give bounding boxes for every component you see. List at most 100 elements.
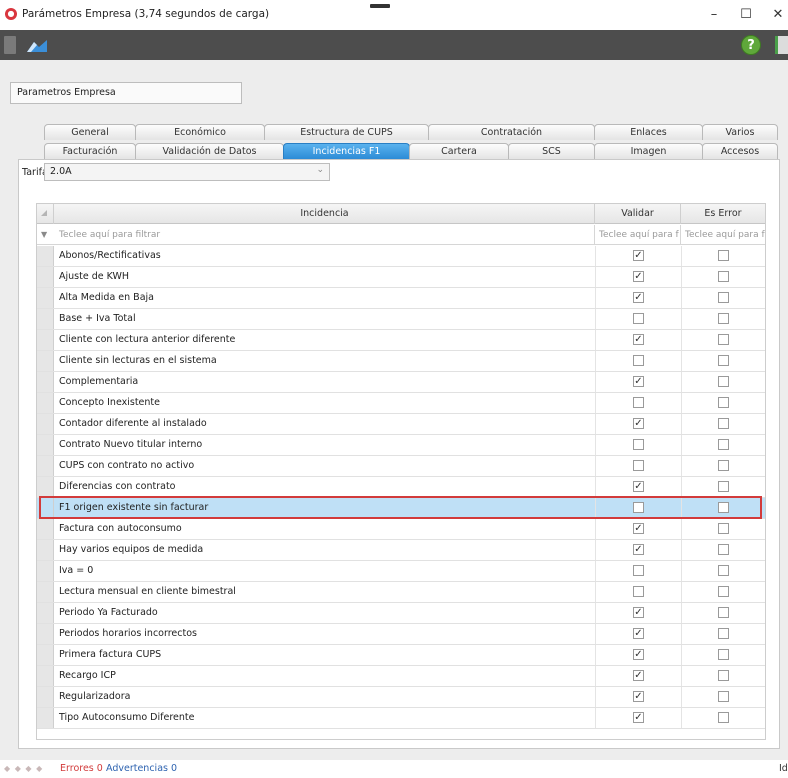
help-icon[interactable]: ? [741, 35, 761, 55]
filter-validar-input[interactable]: Teclee aquí para f [595, 225, 681, 245]
validar-checkbox[interactable]: ✓ [633, 607, 644, 618]
row-selector[interactable] [37, 540, 54, 560]
es-error-checkbox[interactable] [718, 586, 729, 597]
filter-icon[interactable]: ▼ [41, 230, 47, 239]
tab-scs[interactable]: SCS [508, 143, 595, 159]
tab-imagen[interactable]: Imagen [594, 143, 703, 159]
filter-incidencia-input[interactable]: Teclee aquí para filtrar [55, 225, 595, 245]
row-selector[interactable] [37, 288, 54, 308]
es-error-checkbox[interactable] [718, 397, 729, 408]
es-error-checkbox[interactable] [718, 628, 729, 639]
validar-checkbox[interactable] [633, 313, 644, 324]
table-row[interactable]: Periodo Ya Facturado ✓ [37, 603, 765, 624]
row-selector[interactable] [37, 267, 54, 287]
row-selector[interactable] [37, 498, 54, 518]
drag-handle-icon[interactable] [370, 4, 390, 8]
row-selector[interactable] [37, 372, 54, 392]
row-selector[interactable] [37, 414, 54, 434]
tab-varios[interactable]: Varios [702, 124, 778, 140]
es-error-checkbox[interactable] [718, 271, 729, 282]
table-row[interactable]: Lectura mensual en cliente bimestral [37, 582, 765, 603]
table-row[interactable]: Regularizadora ✓ [37, 687, 765, 708]
es-error-checkbox[interactable] [718, 355, 729, 366]
table-row[interactable]: Contrato Nuevo titular interno [37, 435, 765, 456]
es-error-checkbox[interactable] [718, 439, 729, 450]
es-error-checkbox[interactable] [718, 313, 729, 324]
validar-checkbox[interactable]: ✓ [633, 691, 644, 702]
minimize-button[interactable]: – [700, 5, 728, 25]
table-row[interactable]: Abonos/Rectificativas ✓ [37, 246, 765, 267]
table-row[interactable]: Hay varios equipos de medida ✓ [37, 540, 765, 561]
table-row[interactable]: Concepto Inexistente [37, 393, 765, 414]
tab-facturacion[interactable]: Facturación [44, 143, 136, 159]
tab-incidencias-f1[interactable]: Incidencias F1 [283, 143, 410, 159]
validar-checkbox[interactable]: ✓ [633, 544, 644, 555]
table-row[interactable]: Diferencias con contrato ✓ [37, 477, 765, 498]
validar-checkbox[interactable] [633, 460, 644, 471]
table-row[interactable]: Periodos horarios incorrectos ✓ [37, 624, 765, 645]
validar-checkbox[interactable] [633, 502, 644, 513]
validar-checkbox[interactable]: ✓ [633, 292, 644, 303]
table-row[interactable]: Tipo Autoconsumo Diferente ✓ [37, 708, 765, 729]
column-header-es-error[interactable]: Es Error [681, 204, 765, 224]
validar-checkbox[interactable]: ✓ [633, 523, 644, 534]
row-selector[interactable] [37, 351, 54, 371]
table-row[interactable]: CUPS con contrato no activo [37, 456, 765, 477]
tab-general[interactable]: General [44, 124, 136, 140]
column-header-validar[interactable]: Validar [595, 204, 681, 224]
table-row[interactable]: Cliente sin lecturas en el sistema [37, 351, 765, 372]
validar-checkbox[interactable] [633, 565, 644, 576]
menu-icon[interactable] [4, 36, 16, 54]
grid-corner[interactable] [37, 204, 54, 224]
validar-checkbox[interactable]: ✓ [633, 250, 644, 261]
es-error-checkbox[interactable] [718, 523, 729, 534]
table-row[interactable]: Contador diferente al instalado ✓ [37, 414, 765, 435]
es-error-checkbox[interactable] [718, 460, 729, 471]
tab-economico[interactable]: Económico [135, 124, 265, 140]
row-selector[interactable] [37, 456, 54, 476]
row-selector[interactable] [37, 561, 54, 581]
row-selector[interactable] [37, 435, 54, 455]
table-row[interactable]: Base + Iva Total [37, 309, 765, 330]
table-row[interactable]: F1 origen existente sin facturar [37, 498, 765, 519]
validar-checkbox[interactable] [633, 397, 644, 408]
row-selector[interactable] [37, 519, 54, 539]
tab-accesos[interactable]: Accesos [702, 143, 778, 159]
table-row[interactable]: Iva = 0 [37, 561, 765, 582]
maximize-button[interactable]: ☐ [732, 5, 760, 25]
validar-checkbox[interactable]: ✓ [633, 670, 644, 681]
es-error-checkbox[interactable] [718, 502, 729, 513]
validar-checkbox[interactable]: ✓ [633, 271, 644, 282]
validar-checkbox[interactable] [633, 355, 644, 366]
table-row[interactable]: Factura con autoconsumo ✓ [37, 519, 765, 540]
table-row[interactable]: Primera factura CUPS ✓ [37, 645, 765, 666]
es-error-checkbox[interactable] [718, 481, 729, 492]
es-error-checkbox[interactable] [718, 649, 729, 660]
tab-contratacion[interactable]: Contratación [428, 124, 595, 140]
row-selector[interactable] [37, 708, 54, 728]
row-selector[interactable] [37, 582, 54, 602]
company-logo-icon[interactable] [26, 39, 48, 53]
tab-cartera[interactable]: Cartera [409, 143, 509, 159]
es-error-checkbox[interactable] [718, 670, 729, 681]
validar-checkbox[interactable]: ✓ [633, 628, 644, 639]
tab-enlaces[interactable]: Enlaces [594, 124, 703, 140]
es-error-checkbox[interactable] [718, 607, 729, 618]
row-selector[interactable] [37, 309, 54, 329]
validar-checkbox[interactable]: ✓ [633, 418, 644, 429]
validar-checkbox[interactable] [633, 586, 644, 597]
row-selector[interactable] [37, 603, 54, 623]
close-button[interactable]: ✕ [764, 5, 788, 25]
row-selector[interactable] [37, 330, 54, 350]
es-error-checkbox[interactable] [718, 691, 729, 702]
validar-checkbox[interactable]: ✓ [633, 481, 644, 492]
errors-count[interactable]: Errores 0 [60, 763, 103, 774]
row-selector[interactable] [37, 246, 54, 266]
es-error-checkbox[interactable] [718, 250, 729, 261]
es-error-checkbox[interactable] [718, 544, 729, 555]
row-selector[interactable] [37, 645, 54, 665]
es-error-checkbox[interactable] [718, 712, 729, 723]
table-row[interactable]: Recargo ICP ✓ [37, 666, 765, 687]
exit-icon[interactable] [775, 36, 788, 54]
warnings-count[interactable]: Advertencias 0 [106, 763, 177, 774]
